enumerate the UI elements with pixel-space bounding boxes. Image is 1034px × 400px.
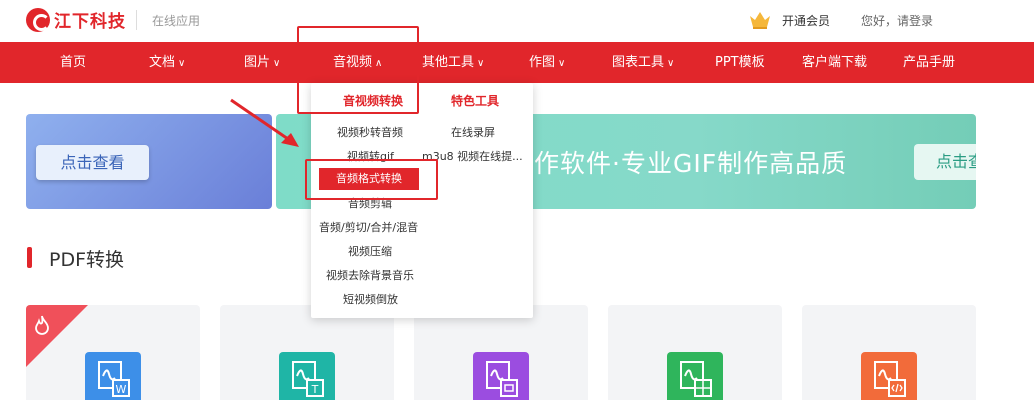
login-link[interactable]: 您好，请登录 (861, 12, 933, 29)
annotation-arrow-icon (230, 98, 299, 147)
tool-card-pdf-to-excel[interactable] (608, 305, 782, 400)
chevron-down-icon: ∨ (477, 58, 485, 69)
top-bar: 江下科技 在线应用 开通会员 您好，请登录 (0, 0, 1034, 42)
brand-subtitle: 在线应用 (152, 14, 201, 28)
nav-item-chart-tools[interactable]: 图表工具 ∨ (612, 42, 674, 83)
pdf-to-word-icon: W (85, 352, 141, 400)
banner-view-button[interactable]: 点击查 (914, 144, 976, 180)
tool-card-pdf-to-txt[interactable]: T (220, 305, 394, 400)
section-title: PDF转换 (49, 249, 125, 271)
nav-label: 作图 (529, 55, 556, 70)
nav-item-drawing[interactable]: 作图 ∨ (529, 42, 565, 83)
audio-video-dropdown: 音视频转换 特色工具 视频秒转音频 视频转gif 音频格式转换 音频剪辑 音频/… (311, 83, 533, 318)
menu-item-screen-record[interactable]: 在线录屏 (451, 124, 495, 140)
nav-label: 其他工具 (422, 55, 475, 70)
crown-icon (748, 10, 772, 30)
chevron-down-icon: ∨ (273, 58, 281, 69)
brand-name: 江下科技 (54, 12, 126, 32)
view-button[interactable]: 点击查看 (36, 145, 149, 180)
chevron-down-icon: ∨ (667, 58, 675, 69)
nav-label: PPT模板 (715, 55, 765, 70)
tool-card-pdf-to-ppt[interactable] (414, 305, 588, 400)
dropdown-heading-features: 特色工具 (451, 94, 500, 108)
pdf-to-html-icon (861, 352, 917, 400)
menu-item-reverse-video[interactable]: 短视频倒放 (343, 291, 398, 307)
vip-link[interactable]: 开通会员 (748, 10, 830, 30)
nav-item-home[interactable]: 首页 (60, 42, 86, 83)
pdf-to-txt-icon: T (279, 352, 335, 400)
menu-item-video-to-audio[interactable]: 视频秒转音频 (337, 124, 403, 140)
nav-label: 图片 (244, 55, 271, 70)
fire-icon (34, 315, 50, 339)
vip-label: 开通会员 (782, 13, 831, 28)
chevron-down-icon: ∨ (558, 58, 566, 69)
menu-item-audio-cut-merge-mix[interactable]: 音频/剪切/合并/混音 (319, 219, 418, 235)
tool-card-pdf-to-word[interactable]: W (26, 305, 200, 400)
nav-item-images[interactable]: 图片 ∨ (244, 42, 280, 83)
nav-label: 首页 (60, 55, 87, 70)
banner-slogan: 作软件·专业GIF制作高品质 (534, 149, 848, 178)
menu-item-video-compress[interactable]: 视频压缩 (348, 243, 392, 259)
svg-text:T: T (311, 383, 319, 396)
logo[interactable]: 江下科技 (26, 7, 126, 32)
nav-label: 文档 (149, 55, 176, 70)
logo-icon (26, 7, 50, 32)
logo-divider (136, 10, 137, 30)
nav-item-other-tools[interactable]: 其他工具 ∨ (422, 42, 484, 83)
svg-text:W: W (116, 383, 127, 396)
nav-label: 图表工具 (612, 55, 665, 70)
highlight-box-menu-item (305, 159, 438, 200)
pdf-to-excel-icon (667, 352, 723, 400)
page: 江下科技 在线应用 开通会员 您好，请登录 首页 文档 ∨ 图片 ∨ 音视频 ∧ 其他… (0, 0, 1034, 400)
nav-item-product-manual[interactable]: 产品手册 (903, 42, 955, 83)
highlight-box-nav (297, 26, 419, 114)
nav-item-ppt-templates[interactable]: PPT模板 (715, 42, 765, 83)
main-nav: 首页 文档 ∨ 图片 ∨ 音视频 ∧ 其他工具 ∨ 作图 ∨ 图表工具 ∨ PPT模板 客户… (0, 42, 1034, 83)
tool-card-pdf-to-html[interactable] (802, 305, 976, 400)
pdf-to-ppt-icon (473, 352, 529, 400)
nav-label: 客户端下载 (802, 55, 868, 70)
menu-item-remove-bg-music[interactable]: 视频去除背景音乐 (326, 267, 414, 283)
chevron-down-icon: ∨ (178, 58, 186, 69)
section-marker (27, 247, 32, 268)
nav-item-docs[interactable]: 文档 ∨ (149, 42, 185, 83)
nav-label: 产品手册 (903, 55, 956, 70)
nav-item-client-download[interactable]: 客户端下载 (802, 42, 867, 83)
